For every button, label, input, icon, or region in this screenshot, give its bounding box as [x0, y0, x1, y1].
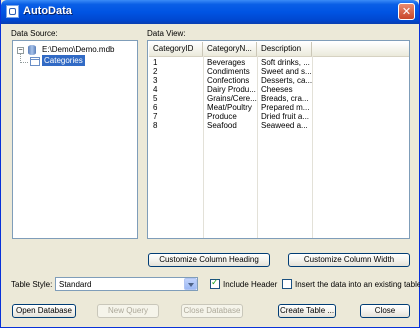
column-header-description[interactable]: Description — [257, 42, 312, 56]
table-row[interactable]: 6 Meat/Poultry Prepared m... — [149, 103, 409, 112]
chevron-down-icon[interactable] — [184, 278, 197, 290]
data-source-label: Data Source: — [11, 29, 58, 38]
cell-categoryid: 2 — [153, 67, 158, 76]
insert-existing-table-checkbox[interactable] — [282, 279, 292, 289]
cell-description: Dried fruit a... — [261, 112, 310, 121]
new-query-button[interactable]: New Query — [97, 304, 159, 318]
app-icon — [6, 5, 19, 18]
database-icon — [27, 44, 37, 56]
cell-description: Cheeses — [261, 85, 293, 94]
collapse-icon[interactable]: − — [17, 47, 24, 54]
tree-root-database[interactable]: E:\Demo\Demo.mdb — [42, 45, 114, 54]
cell-description: Soft drinks, ... — [261, 58, 310, 67]
autodata-window: AutoData ✕ Data Source: Data View: − E:\… — [0, 0, 420, 328]
table-style-value: Standard — [59, 280, 92, 289]
cell-categoryid: 6 — [153, 103, 158, 112]
cell-description: Prepared m... — [261, 103, 310, 112]
tree-item-categories[interactable]: Categories — [42, 55, 85, 66]
table-icon — [30, 57, 40, 66]
cell-categoryid: 5 — [153, 94, 158, 103]
table-row[interactable]: 7 Produce Dried fruit a... — [149, 112, 409, 121]
close-database-button[interactable]: Close Database — [181, 304, 243, 318]
column-header-categoryid[interactable]: CategoryID — [149, 42, 203, 56]
cell-categoryname: Grains/Cere... — [207, 94, 257, 103]
table-row[interactable]: 5 Grains/Cere... Breads, cra... — [149, 94, 409, 103]
close-button[interactable]: Close — [360, 304, 410, 318]
cell-categoryname: Seafood — [207, 121, 237, 130]
close-window-button[interactable]: ✕ — [398, 3, 415, 20]
window-title: AutoData — [23, 5, 72, 17]
include-header-checkbox[interactable]: ✓ — [210, 278, 220, 289]
cell-description: Seaweed a... — [261, 121, 308, 130]
cell-categoryid: 3 — [153, 76, 158, 85]
title-bar[interactable]: AutoData ✕ — [1, 0, 419, 24]
cell-categoryname: Dairy Produ... — [207, 85, 256, 94]
cell-categoryid: 4 — [153, 85, 158, 94]
include-header-label: Include Header — [223, 280, 278, 289]
table-row[interactable]: 1 Beverages Soft drinks, ... — [149, 58, 409, 67]
customize-column-heading-button[interactable]: Customize Column Heading — [148, 253, 270, 267]
create-table-button[interactable]: Create Table ... — [278, 304, 336, 318]
cell-description: Sweet and s... — [261, 67, 312, 76]
table-style-select[interactable]: Standard — [55, 277, 198, 291]
customize-column-width-button[interactable]: Customize Column Width — [288, 253, 410, 267]
open-database-button[interactable]: Open Database — [12, 304, 76, 318]
cell-categoryname: Condiments — [207, 67, 250, 76]
table-row[interactable]: 3 Confections Desserts, ca... — [149, 76, 409, 85]
data-view-grid[interactable]: CategoryID CategoryN... Description 1 Be… — [147, 40, 410, 239]
table-style-label: Table Style: — [11, 280, 53, 289]
tree-connector-branch — [21, 62, 28, 64]
data-source-tree[interactable]: − E:\Demo\Demo.mdb Categories — [12, 40, 138, 239]
cell-categoryid: 8 — [153, 121, 158, 130]
cell-description: Desserts, ca... — [261, 76, 312, 85]
table-row[interactable]: 2 Condiments Sweet and s... — [149, 67, 409, 76]
cell-categoryname: Beverages — [207, 58, 246, 67]
table-row[interactable]: 8 Seafood Seaweed a... — [149, 121, 409, 130]
cell-categoryname: Meat/Poultry — [207, 103, 252, 112]
cell-description: Breads, cra... — [261, 94, 309, 103]
cell-categoryid: 7 — [153, 112, 158, 121]
table-row[interactable]: 4 Dairy Produ... Cheeses — [149, 85, 409, 94]
grid-header: CategoryID CategoryN... Description — [149, 42, 409, 57]
cell-categoryname: Produce — [207, 112, 237, 121]
insert-existing-table-label: Insert the data into an existing table — [295, 280, 420, 289]
column-header-categoryname[interactable]: CategoryN... — [203, 42, 257, 56]
checkmark-icon: ✓ — [211, 278, 219, 288]
cell-categoryid: 1 — [153, 58, 158, 67]
cell-categoryname: Confections — [207, 76, 250, 85]
data-view-label: Data View: — [147, 29, 186, 38]
